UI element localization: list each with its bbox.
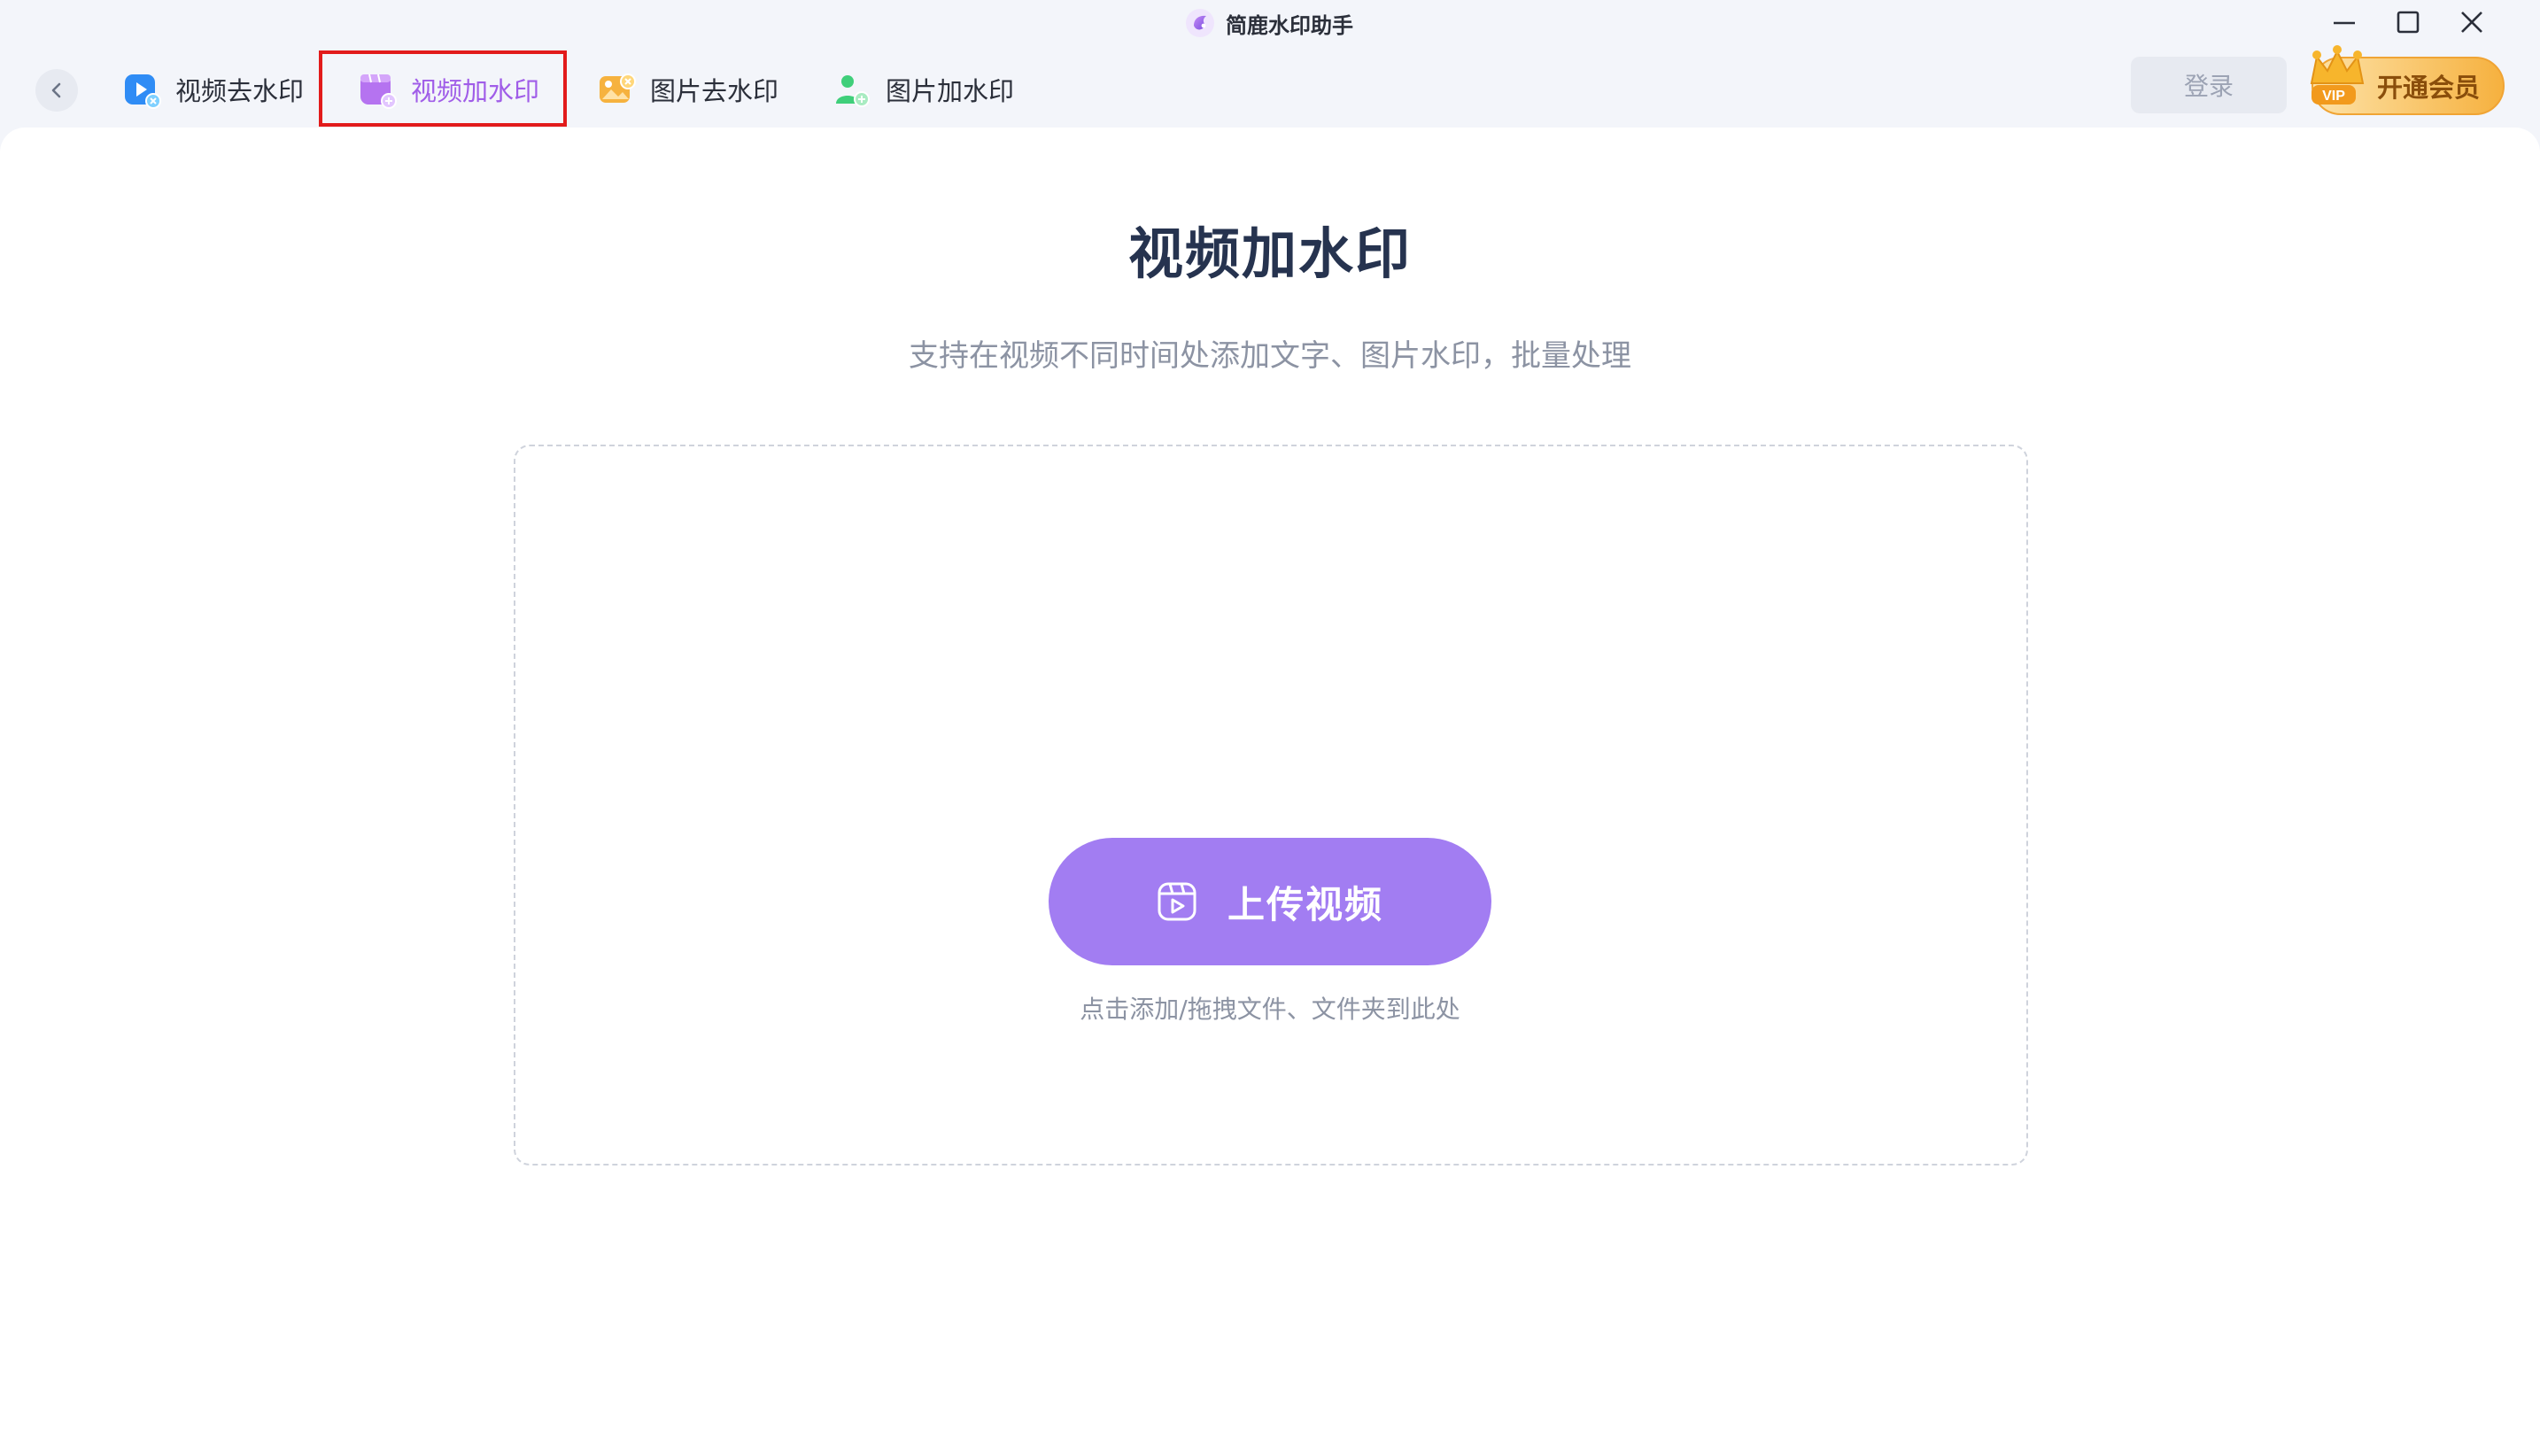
image-add-watermark-icon: [836, 75, 870, 107]
title-bar: 简鹿水印助手: [0, 0, 2540, 44]
close-icon: [2461, 12, 2482, 33]
page-title: 视频加水印: [1127, 221, 1412, 286]
vip-label: 开通会员: [2376, 73, 2480, 103]
upload-video-label: 上传视频: [1227, 882, 1383, 926]
video-upload-icon: [1158, 882, 1196, 921]
vip-crown-icon: VIP: [2310, 45, 2365, 105]
tab-video-remove-watermark[interactable]: 视频去水印: [122, 51, 304, 128]
window-controls: [2329, 7, 2487, 37]
back-button[interactable]: [35, 69, 78, 112]
app-title-text: 简鹿水印助手: [1226, 12, 1353, 38]
upload-hint: 点击添加/拖拽文件、文件夹到此处: [1080, 995, 1460, 1024]
video-add-watermark-icon: [360, 74, 397, 109]
tab-label: 图片加水印: [886, 76, 1015, 106]
tab-image-remove-watermark[interactable]: 图片去水印: [597, 51, 778, 128]
tab-video-add-watermark[interactable]: 视频加水印: [358, 51, 539, 128]
tab-label: 图片去水印: [650, 76, 779, 106]
close-button[interactable]: [2457, 7, 2487, 37]
vip-badge-text: VIP: [2322, 89, 2345, 104]
app-title: 简鹿水印助手: [1185, 5, 1353, 41]
tab-label: 视频去水印: [175, 76, 305, 106]
maximize-button[interactable]: [2393, 7, 2423, 37]
image-remove-watermark-icon: [600, 74, 636, 103]
page-subtitle: 支持在视频不同时间处添加文字、图片水印，批量处理: [909, 338, 1631, 374]
app-logo-icon: [1186, 9, 1214, 37]
file-drop-zone[interactable]: [514, 445, 2028, 1166]
login-button[interactable]: 登录: [2131, 57, 2287, 113]
upload-video-button[interactable]: 上传视频: [1049, 838, 1491, 965]
app-window: 简鹿水印助手 视频去水印 视频加水印 图片去水印 图片加水印 登录 开通会员 V…: [0, 0, 2540, 1456]
minimize-button[interactable]: [2329, 7, 2359, 37]
chevron-left-icon: [51, 82, 61, 98]
login-label: 登录: [2183, 72, 2234, 101]
tab-label: 视频加水印: [411, 76, 540, 106]
minimize-icon: [2334, 21, 2355, 25]
video-remove-watermark-icon: [125, 74, 161, 109]
tab-image-add-watermark[interactable]: 图片加水印: [832, 51, 1014, 128]
maximize-icon: [2397, 11, 2420, 34]
